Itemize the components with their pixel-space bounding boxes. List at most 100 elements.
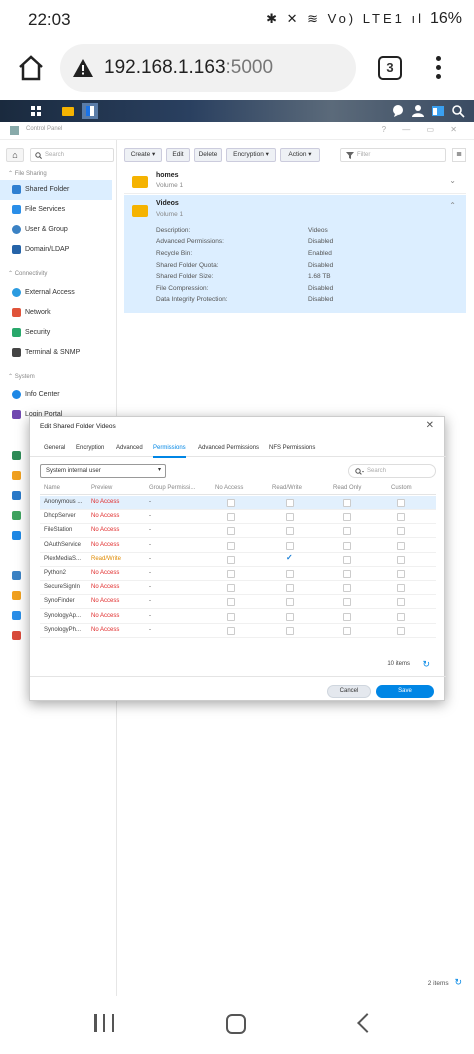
sidebar-item-domain-ldap[interactable]: Domain/LDAP — [0, 240, 112, 260]
permission-row[interactable]: PlexMediaS... Read/Write - ✓ — [40, 553, 436, 567]
sidebar-app-icon[interactable] — [12, 451, 21, 460]
search-icon[interactable] — [450, 103, 466, 119]
sidebar-app-icon[interactable] — [12, 531, 21, 540]
read-only-checkbox[interactable] — [343, 541, 351, 550]
sidebar-item-external-access[interactable]: External Access — [0, 283, 112, 303]
encryption-button[interactable]: Encryption ▾ — [226, 148, 276, 162]
sidebar-app-icon[interactable] — [12, 511, 21, 520]
read-write-checkbox[interactable] — [286, 513, 294, 522]
custom-checkbox[interactable] — [397, 555, 405, 564]
tab-advanced-permissions[interactable]: Advanced Permissions — [198, 445, 259, 451]
read-only-checkbox[interactable] — [343, 555, 351, 564]
col-no-access[interactable]: No Access — [215, 485, 243, 491]
no-access-checkbox[interactable] — [227, 598, 235, 607]
share-row-videos[interactable]: Videos Volume 1 ⌃ Description: Videos Adv… — [124, 195, 466, 313]
sidebar-item-file-services[interactable]: File Services — [0, 200, 112, 220]
read-write-checkbox[interactable] — [286, 598, 294, 607]
read-write-checkbox[interactable] — [286, 541, 294, 550]
read-only-checkbox[interactable] — [343, 584, 351, 593]
chevron-down-icon[interactable]: ⌄ — [449, 176, 456, 185]
read-write-checkbox[interactable] — [286, 612, 294, 621]
url-text[interactable]: 192.168.1.163:5000 — [104, 57, 273, 79]
no-access-checkbox[interactable] — [227, 584, 235, 593]
sidebar-item-user-group[interactable]: User & Group — [0, 220, 112, 240]
read-only-checkbox[interactable] — [343, 612, 351, 621]
col-read-only[interactable]: Read Only — [333, 485, 361, 491]
home-icon[interactable] — [226, 1014, 246, 1034]
overflow-menu-icon[interactable] — [434, 56, 442, 82]
custom-checkbox[interactable] — [397, 612, 405, 621]
sidebar-app-icon[interactable] — [12, 631, 21, 640]
sidebar-app-icon[interactable] — [12, 591, 21, 600]
read-write-checkbox[interactable] — [286, 499, 294, 507]
read-write-checkbox[interactable] — [286, 527, 294, 536]
cancel-button[interactable]: Cancel — [327, 685, 371, 698]
sidebar-app-icon[interactable] — [12, 491, 21, 500]
main-menu-icon[interactable] — [28, 103, 44, 119]
read-write-checkbox[interactable] — [286, 626, 294, 635]
read-only-checkbox[interactable] — [343, 499, 351, 507]
permission-row[interactable]: Python2 No Access - — [40, 567, 436, 581]
sidebar-app-icon[interactable] — [12, 611, 21, 620]
col-preview[interactable]: Preview — [91, 485, 112, 491]
sidebar-search-input[interactable]: Search — [30, 148, 114, 162]
list-view-icon[interactable]: ≣ — [452, 148, 466, 162]
sidebar-category-system[interactable]: ⌃ System — [8, 373, 35, 380]
warning-icon[interactable] — [72, 57, 94, 79]
custom-checkbox[interactable] — [397, 541, 405, 550]
col-group-permission[interactable]: Group Permissi... — [149, 485, 195, 491]
read-only-checkbox[interactable] — [343, 527, 351, 536]
no-access-checkbox[interactable] — [227, 541, 235, 550]
permission-row[interactable]: SynologyAp... No Access - — [40, 610, 436, 624]
custom-checkbox[interactable] — [397, 513, 405, 522]
read-write-checkbox[interactable] — [286, 584, 294, 593]
col-read-write[interactable]: Read/Write — [272, 485, 302, 491]
user-icon[interactable] — [410, 103, 426, 119]
custom-checkbox[interactable] — [397, 527, 405, 536]
refresh-icon[interactable]: ↻ — [454, 977, 462, 987]
action-button[interactable]: Action ▾ — [280, 148, 320, 162]
col-custom[interactable]: Custom — [391, 485, 412, 491]
share-row-homes[interactable]: homes Volume 1 ⌄ — [124, 170, 466, 194]
permission-row[interactable]: FileStation No Access - — [40, 524, 436, 539]
widgets-icon[interactable] — [430, 103, 446, 119]
permission-row[interactable]: DhcpServer No Access - — [40, 510, 436, 525]
no-access-checkbox[interactable] — [227, 570, 235, 578]
no-access-checkbox[interactable] — [227, 527, 235, 536]
address-bar[interactable]: 192.168.1.163:5000 — [60, 44, 356, 92]
recent-apps-icon[interactable] — [94, 1014, 114, 1032]
sidebar-app-icon[interactable] — [12, 571, 21, 580]
custom-checkbox[interactable] — [397, 626, 405, 635]
no-access-checkbox[interactable] — [227, 499, 235, 507]
file-station-icon[interactable] — [60, 103, 76, 119]
filter-input[interactable]: Filter — [340, 148, 446, 162]
read-only-checkbox[interactable] — [343, 598, 351, 607]
tab-switcher-button[interactable]: 3 — [378, 56, 402, 80]
no-access-checkbox[interactable] — [227, 612, 235, 621]
sidebar-item-security[interactable]: Security — [0, 323, 112, 343]
chevron-up-icon[interactable]: ⌃ — [449, 201, 456, 210]
tab-general[interactable]: General — [44, 445, 65, 451]
permission-row[interactable]: SynoFinder No Access - — [40, 595, 436, 610]
edit-button[interactable]: Edit — [166, 148, 190, 162]
custom-checkbox[interactable] — [397, 499, 405, 507]
chat-icon[interactable] — [390, 103, 406, 119]
read-only-checkbox[interactable] — [343, 570, 351, 578]
back-icon[interactable] — [357, 1013, 377, 1033]
custom-checkbox[interactable] — [397, 598, 405, 607]
permission-row[interactable]: SecureSignIn No Access - — [40, 581, 436, 596]
sidebar-category-connectivity[interactable]: ⌃ Connectivity — [8, 270, 47, 277]
read-write-checkbox[interactable] — [286, 570, 294, 578]
sidebar-item-shared-folder[interactable]: Shared Folder — [0, 180, 112, 200]
permission-row[interactable]: OAuthService No Access - — [40, 539, 436, 553]
refresh-icon[interactable]: ↻ — [422, 659, 430, 670]
save-button[interactable]: Save — [376, 685, 434, 698]
read-only-checkbox[interactable] — [343, 513, 351, 522]
home-icon[interactable]: ⌂ — [6, 148, 24, 162]
sidebar-item-network[interactable]: Network — [0, 303, 112, 323]
user-type-select[interactable]: System internal user ▾ — [40, 464, 166, 478]
checkmark-icon[interactable]: ✓ — [286, 553, 293, 562]
custom-checkbox[interactable] — [397, 570, 405, 578]
create-button[interactable]: Create ▾ — [124, 148, 162, 162]
tab-permissions[interactable]: Permissions — [153, 445, 186, 458]
